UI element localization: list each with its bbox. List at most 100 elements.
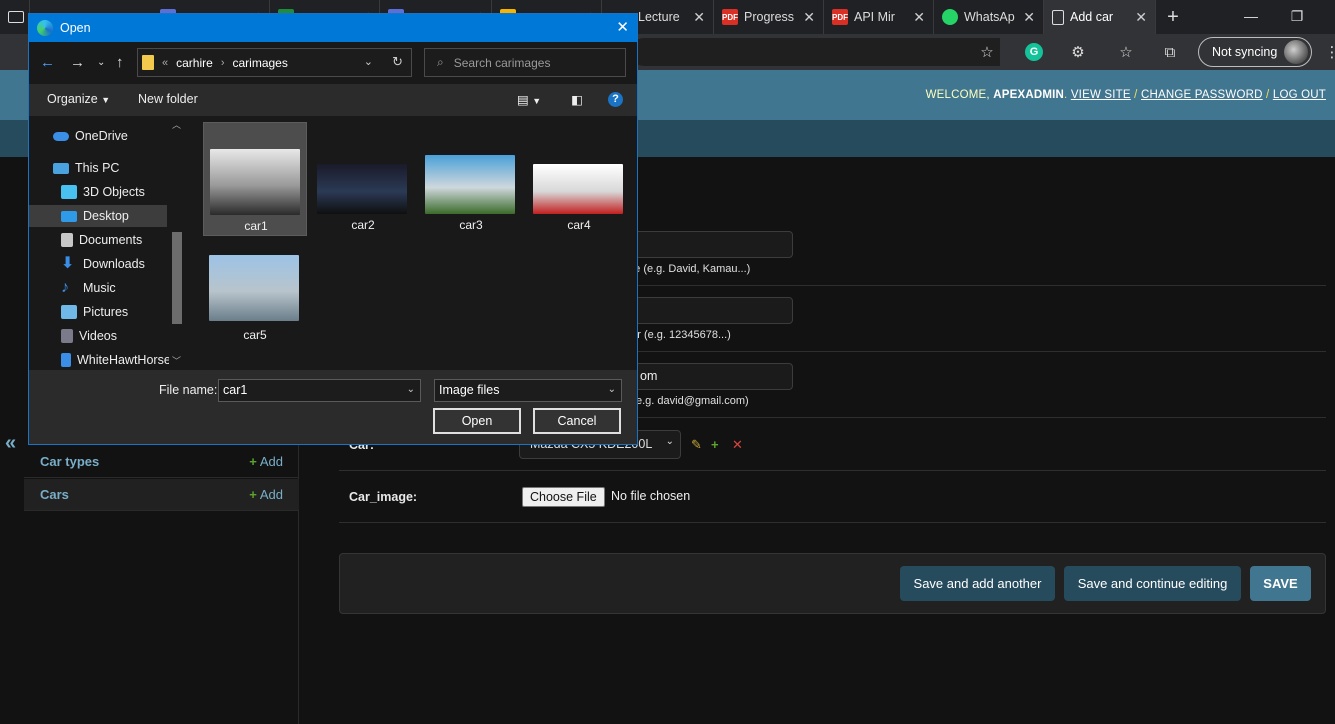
no-file-chosen-text: No file chosen [611, 489, 691, 503]
search-icon: ⌕ [437, 55, 444, 69]
folder-icon [142, 55, 154, 70]
file-item[interactable]: car1 [203, 122, 307, 236]
sidebar-item-label[interactable]: Car types [40, 454, 99, 469]
file-type-select[interactable]: Image files ⌄ [434, 379, 622, 402]
folder-icon [8, 11, 24, 23]
path-bar[interactable]: « carhire › carimages ⌄ ↻ [137, 48, 412, 77]
nav-item-videos[interactable]: Videos [29, 325, 167, 347]
nav-item-documents[interactable]: Documents [29, 229, 167, 251]
new-folder-button[interactable]: New folder [138, 92, 198, 106]
file-name-input[interactable]: car1 ⌄ [218, 379, 421, 402]
organize-menu[interactable]: Organize ▼ [47, 92, 110, 106]
up-arrow-icon[interactable]: ↑ [116, 54, 124, 71]
grammarly-icon[interactable]: G [1022, 40, 1046, 64]
nav-item-3d-objects[interactable]: 3D Objects [29, 181, 167, 203]
view-site-link[interactable]: VIEW SITE [1071, 89, 1131, 101]
add-car-link[interactable]: + Add [249, 487, 283, 502]
search-input[interactable]: ⌕ Search carimages [424, 48, 626, 77]
pdf-icon: PDF [722, 9, 738, 25]
open-button[interactable]: Open [433, 408, 521, 434]
music-icon: ♪ [61, 279, 69, 296]
path-segment[interactable]: carimages [232, 56, 287, 70]
close-tab-icon[interactable]: ✕ [803, 9, 815, 26]
file-thumbnail [210, 149, 300, 215]
file-item[interactable]: car2 [311, 122, 415, 236]
file-item[interactable]: car3 [419, 122, 523, 236]
whatsapp-icon [942, 9, 958, 25]
close-icon[interactable]: ✕ [616, 18, 629, 36]
separator: / [1266, 89, 1270, 101]
save-and-continue-button[interactable]: Save and continue editing [1064, 566, 1241, 601]
file-item[interactable]: car4 [527, 122, 631, 236]
chevron-down-icon: ⌄ [665, 436, 674, 447]
browser-tab[interactable]: WhatsAp ✕ [934, 0, 1044, 34]
browser-tab[interactable]: PDF API Mir ✕ [824, 0, 934, 34]
tab-title: Lecture [638, 10, 680, 24]
path-root-chevron[interactable]: « [162, 57, 168, 69]
more-menu-icon[interactable]: ⋮ [1320, 40, 1335, 64]
address-bar[interactable] [630, 38, 1000, 66]
nav-scrollbar[interactable]: ︿ ﹀ [169, 116, 185, 370]
nav-item-downloads[interactable]: ⬇ Downloads [29, 253, 167, 275]
close-tab-icon[interactable]: ✕ [1023, 9, 1035, 26]
nav-item-music[interactable]: ♪ Music [29, 277, 167, 299]
scroll-up-icon[interactable]: ︿ [172, 118, 181, 131]
browser-tab[interactable] [0, 0, 30, 34]
minimize-button[interactable]: — [1236, 4, 1266, 28]
restore-button[interactable]: ❐ [1282, 4, 1312, 28]
nav-item-drive[interactable]: WhiteHawtHorse [29, 349, 169, 370]
refresh-icon[interactable]: ↻ [392, 54, 403, 70]
nav-item-this-pc[interactable]: This PC [29, 157, 167, 179]
file-item[interactable]: car5 [203, 240, 307, 354]
scrollbar-thumb[interactable] [172, 232, 182, 324]
add-plus-icon[interactable]: + [711, 437, 719, 452]
path-segment[interactable]: carhire [176, 56, 213, 70]
scroll-down-icon[interactable]: ﹀ [172, 354, 181, 367]
nav-item-pictures[interactable]: Pictures [29, 301, 167, 323]
dialog-footer: File name: car1 ⌄ Image files ⌄ Open Can… [29, 370, 637, 444]
chevron-down-icon: ⌄ [607, 384, 616, 395]
toggle-sidebar-button[interactable]: « [5, 432, 16, 455]
nav-item-desktop[interactable]: Desktop [29, 205, 167, 227]
save-and-add-another-button[interactable]: Save and add another [900, 566, 1055, 601]
pictures-icon [61, 305, 77, 319]
user-tools: WELCOME, APEXADMIN. VIEW SITE / CHANGE P… [925, 89, 1326, 101]
close-tab-icon[interactable]: ✕ [1135, 9, 1147, 26]
save-button[interactable]: SAVE [1250, 566, 1311, 601]
new-tab-button[interactable]: + [1160, 4, 1186, 30]
choose-file-button[interactable]: Choose File [522, 487, 605, 507]
add-car-type-link[interactable]: + Add [249, 454, 283, 469]
recent-dropdown-icon[interactable]: ⌄ [97, 57, 105, 68]
change-view-icon[interactable]: ▤ ▼ [517, 92, 541, 107]
tab-title: Progress [744, 10, 795, 24]
help-icon[interactable]: ? [608, 92, 623, 107]
collections-icon[interactable]: ⧉ [1158, 40, 1182, 64]
close-tab-icon[interactable]: ✕ [693, 9, 705, 26]
tab-title: Add car [1070, 10, 1114, 24]
cube-icon [61, 185, 77, 199]
documents-icon [61, 233, 73, 247]
separator: / [1134, 89, 1138, 101]
phone-help-text: ber (e.g. 12345678...) [625, 329, 731, 341]
change-password-link[interactable]: CHANGE PASSWORD [1141, 89, 1263, 101]
form-row-car-image [339, 471, 1326, 523]
browser-tab-active[interactable]: Add car ✕ [1044, 0, 1156, 34]
edit-pencil-icon[interactable]: ✎ [691, 437, 702, 453]
delete-x-icon[interactable]: ✕ [732, 437, 743, 453]
extensions-icon[interactable]: ⚙ [1066, 40, 1090, 64]
preview-pane-icon[interactable]: ◧ [571, 92, 583, 107]
browser-tab[interactable]: PDF Progress ✕ [714, 0, 824, 34]
back-arrow-icon[interactable]: ← [40, 54, 55, 71]
profile-sync-button[interactable]: Not syncing [1198, 37, 1312, 67]
sidebar-item-label[interactable]: Cars [40, 487, 69, 502]
chevron-down-icon[interactable]: ⌄ [364, 55, 373, 68]
forward-arrow-icon[interactable]: → [70, 54, 85, 71]
add-favorite-icon[interactable]: ☆ [975, 40, 999, 64]
favorites-icon[interactable]: ☆ [1114, 40, 1138, 64]
navigation-pane: OneDrive This PC 3D Objects Desktop Docu… [29, 116, 187, 370]
chevron-down-icon[interactable]: ⌄ [407, 384, 415, 395]
close-tab-icon[interactable]: ✕ [913, 9, 925, 26]
nav-item-onedrive[interactable]: OneDrive [29, 125, 167, 147]
log-out-link[interactable]: LOG OUT [1273, 89, 1326, 101]
cancel-button[interactable]: Cancel [533, 408, 621, 434]
